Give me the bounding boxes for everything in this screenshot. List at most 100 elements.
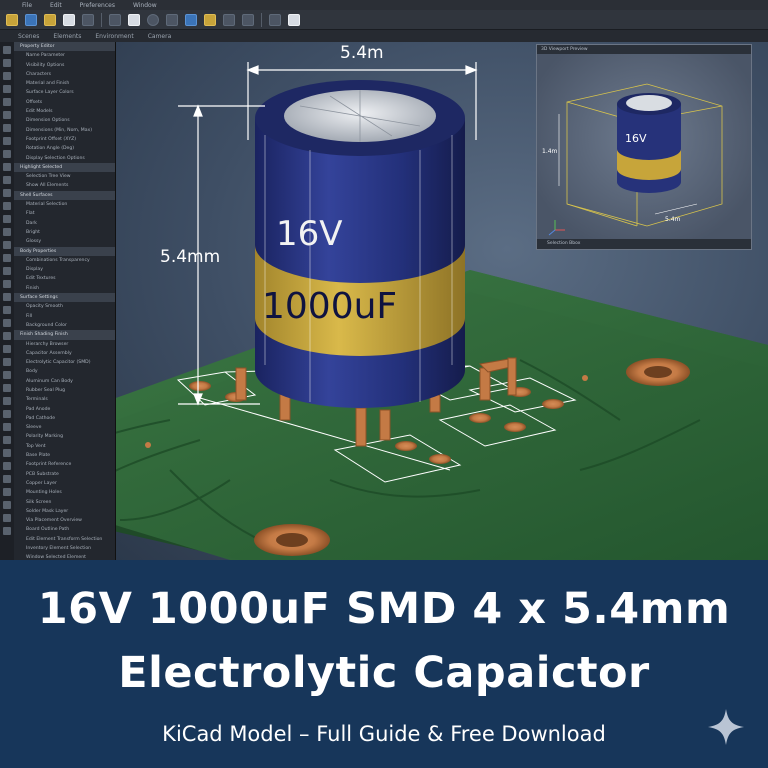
tab-elements[interactable]: Elements	[53, 33, 81, 40]
tree-row[interactable]: Copper Layer	[14, 479, 115, 488]
tree-row[interactable]: Edit Models	[14, 107, 115, 116]
layers-icon[interactable]	[269, 13, 281, 26]
tool-icon[interactable]	[3, 59, 11, 67]
menu-file[interactable]: File	[22, 2, 32, 9]
tab-environment[interactable]: Environment	[95, 33, 133, 40]
tree-row[interactable]: Show All Elements	[14, 181, 115, 190]
tree-row[interactable]: Body Properties	[14, 246, 115, 256]
rotate-icon[interactable]	[204, 13, 216, 26]
tool-icon[interactable]	[3, 293, 11, 301]
tool-icon[interactable]	[3, 150, 11, 158]
zoom-out-icon[interactable]	[242, 13, 254, 26]
tree-row[interactable]: Hierarchy Browser	[14, 340, 115, 349]
tool-icon[interactable]	[3, 501, 11, 509]
fit-icon[interactable]	[185, 13, 197, 26]
tool-icon[interactable]	[3, 124, 11, 132]
tree-row[interactable]: Shell Surfaces	[14, 190, 115, 201]
tool-icon[interactable]	[3, 384, 11, 392]
tool-icon[interactable]	[3, 345, 11, 353]
tree-row[interactable]: Rotation Angle (Deg)	[14, 144, 115, 153]
redo-icon[interactable]	[128, 13, 140, 26]
tool-icon[interactable]	[3, 306, 11, 314]
tool-icon[interactable]	[3, 319, 11, 327]
tree-row[interactable]: Combinations Transparency	[14, 256, 115, 265]
tree-row[interactable]: Footprint Offset (XYZ)	[14, 135, 115, 144]
tool-icon[interactable]	[3, 475, 11, 483]
tree-row[interactable]: Edit Element Transform Selection	[14, 535, 115, 544]
tree-row[interactable]: Aluminum Can Body	[14, 377, 115, 386]
tree-row[interactable]: Material and Finish	[14, 79, 115, 88]
preview-window[interactable]: 3D Viewport Preview 16V 1.4m 5.4m Select…	[536, 44, 752, 250]
tool-icon[interactable]	[3, 462, 11, 470]
tool-icon[interactable]	[3, 410, 11, 418]
tree-row[interactable]: Capacitor Assembly	[14, 349, 115, 358]
preview-viewport[interactable]: 16V 1.4m 5.4m	[537, 54, 751, 240]
zoom-icon[interactable]	[166, 13, 178, 26]
tree-row[interactable]: Mounting Holes	[14, 488, 115, 497]
settings-icon[interactable]	[288, 13, 300, 26]
tool-icon[interactable]	[3, 241, 11, 249]
tool-icon[interactable]	[3, 202, 11, 210]
tool-icon[interactable]	[3, 280, 11, 288]
menu-window[interactable]: Window	[133, 2, 157, 9]
undo-icon[interactable]	[109, 13, 121, 26]
tool-icon[interactable]	[3, 449, 11, 457]
tool-icon[interactable]	[3, 371, 11, 379]
tree-row[interactable]: Display	[14, 265, 115, 274]
tab-scenes[interactable]: Scenes	[18, 33, 39, 40]
electrolytic-capacitor[interactable]: 16V 1000uF	[255, 80, 465, 408]
tool-icon[interactable]	[3, 397, 11, 405]
tree-row[interactable]: Finish	[14, 284, 115, 293]
tree-row[interactable]: Flat	[14, 209, 115, 218]
tree-row[interactable]: Solder Mask Layer	[14, 507, 115, 516]
tree-row[interactable]: Highlight Selected	[14, 162, 115, 173]
tree-row[interactable]: Glossy	[14, 237, 115, 246]
tree-row[interactable]: Surface Settings	[14, 293, 115, 303]
cloud-icon[interactable]	[82, 13, 94, 26]
tab-camera[interactable]: Camera	[148, 33, 172, 40]
tool-icon[interactable]	[3, 137, 11, 145]
tree-row[interactable]: Pad Cathode	[14, 414, 115, 423]
refresh-icon[interactable]	[147, 13, 159, 26]
tree-row[interactable]: Background Color	[14, 321, 115, 330]
tree-row[interactable]: Base Plate	[14, 451, 115, 460]
tree-row[interactable]: Opacity Smooth	[14, 302, 115, 311]
tree-row[interactable]: Window Selected Element	[14, 553, 115, 560]
tool-icon[interactable]	[3, 527, 11, 535]
save-icon[interactable]	[25, 13, 37, 26]
tree-row[interactable]: Board Outline Path	[14, 525, 115, 534]
tool-icon[interactable]	[3, 436, 11, 444]
tree-row[interactable]: Pad Anode	[14, 405, 115, 414]
tree-row[interactable]: Display Selection Options	[14, 154, 115, 163]
tree-row[interactable]: Silk Screen	[14, 498, 115, 507]
tree-row[interactable]: Property Editor	[14, 42, 115, 52]
tool-icon[interactable]	[3, 85, 11, 93]
tree-row[interactable]: Material Selection	[14, 200, 115, 209]
tool-icon[interactable]	[3, 423, 11, 431]
tool-icon[interactable]	[3, 46, 11, 54]
tree-row[interactable]: Fill	[14, 312, 115, 321]
tool-icon[interactable]	[3, 332, 11, 340]
tree-row[interactable]: Via Placement Overview	[14, 516, 115, 525]
tool-icon[interactable]	[3, 72, 11, 80]
tool-icon[interactable]	[3, 488, 11, 496]
print-icon[interactable]	[63, 13, 75, 26]
tool-icon[interactable]	[3, 228, 11, 236]
tree-row[interactable]: Name Parameter	[14, 51, 115, 60]
menu-preferences[interactable]: Preferences	[80, 2, 115, 9]
tree-row[interactable]: Visibility Options	[14, 61, 115, 70]
tool-icon[interactable]	[3, 514, 11, 522]
tree-row[interactable]: Selection Tree View	[14, 172, 115, 181]
tree-row[interactable]: Offsets	[14, 98, 115, 107]
tool-icon[interactable]	[3, 163, 11, 171]
tool-icon[interactable]	[3, 215, 11, 223]
tree-row[interactable]: Electrolytic Capacitor (SMD)	[14, 358, 115, 367]
tree-row[interactable]: Edit Textures	[14, 274, 115, 283]
tree-row[interactable]: Body	[14, 367, 115, 376]
zoom-in-icon[interactable]	[223, 13, 235, 26]
tree-row[interactable]: Footprint Reference	[14, 460, 115, 469]
tool-icon[interactable]	[3, 176, 11, 184]
tree-row[interactable]: PCB Substrate	[14, 470, 115, 479]
tool-icon[interactable]	[3, 267, 11, 275]
tree-row[interactable]: Surface Layer Colors	[14, 88, 115, 97]
